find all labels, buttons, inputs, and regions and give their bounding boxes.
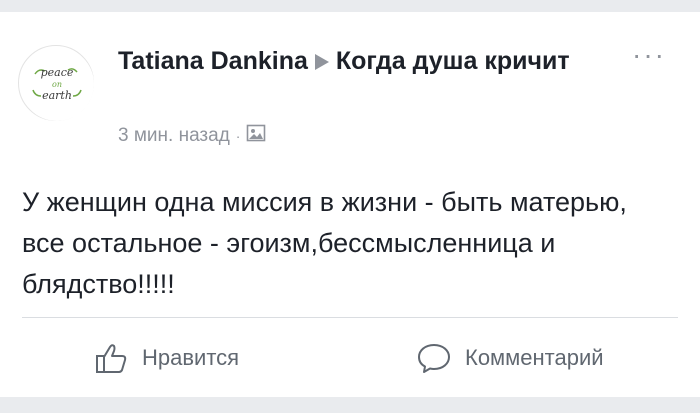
- svg-text:earth: earth: [42, 89, 72, 102]
- meta-separator: ·: [235, 128, 241, 144]
- action-bar: Нравится Комментарий: [0, 330, 700, 386]
- like-label: Нравится: [142, 345, 240, 370]
- like-icon: [94, 342, 128, 374]
- peace-on-earth-logo: peace on earth: [20, 47, 94, 121]
- post-header: Tatiana Dankina Когда душа кричит: [118, 44, 598, 80]
- avatar[interactable]: peace on earth: [18, 45, 94, 121]
- divider: [22, 317, 678, 318]
- svg-text:peace: peace: [41, 66, 74, 79]
- photo-privacy-icon[interactable]: [246, 124, 266, 148]
- svg-text:on: on: [52, 80, 62, 89]
- post-meta: 3 мин. назад ·: [118, 124, 266, 148]
- comment-button[interactable]: Комментарий: [417, 330, 604, 386]
- post-card: peace on earth Tatiana Dankina Когда душа…: [0, 12, 700, 397]
- author-name[interactable]: Tatiana Dankina: [118, 47, 308, 75]
- like-button[interactable]: Нравится: [94, 330, 239, 386]
- comment-icon: [417, 342, 451, 374]
- timestamp[interactable]: 3 мин. назад: [118, 125, 230, 147]
- more-icon[interactable]: ···: [632, 41, 666, 69]
- post-text: У женщин одна миссия в жизни - быть мате…: [22, 187, 627, 299]
- comment-label: Комментарий: [465, 345, 604, 370]
- play-arrow-icon: [314, 46, 330, 80]
- group-name[interactable]: Когда душа кричит: [336, 47, 570, 75]
